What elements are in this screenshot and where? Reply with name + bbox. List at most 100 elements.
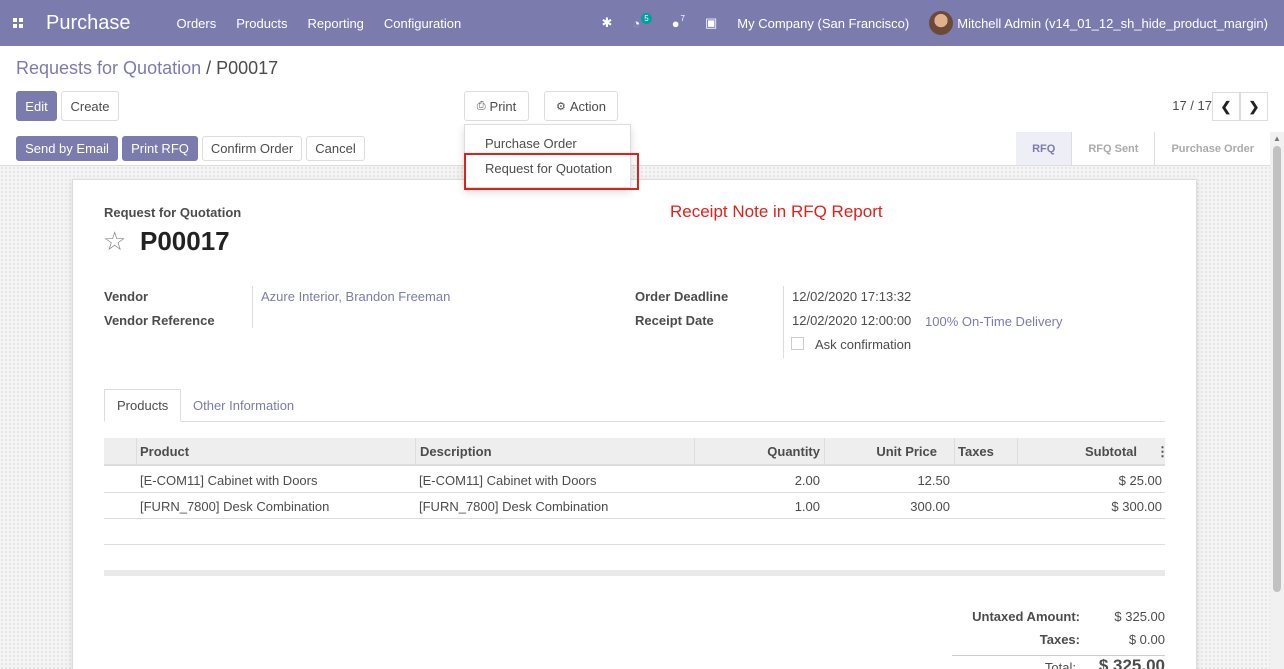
breadcrumb: Requests for Quotation / P00017 [16, 58, 278, 79]
document-type-label: Request for Quotation [104, 205, 242, 220]
col-description[interactable]: Description [420, 438, 492, 465]
send-by-email-button[interactable]: Send by Email [16, 136, 118, 161]
gift-icon[interactable]: ▣ [705, 15, 717, 31]
column-separator [136, 438, 137, 466]
table-row-empty [104, 519, 1165, 545]
print-rfq-button[interactable]: Print RFQ [122, 136, 198, 161]
receipt-date-label: Receipt Date [635, 313, 714, 328]
cell-product: [FURN_7800] Desk Combination [140, 498, 330, 514]
receipt-date-value[interactable]: 12/02/2020 12:00:00 [792, 313, 911, 328]
menu-reporting[interactable]: Reporting [308, 16, 364, 31]
order-deadline-value[interactable]: 12/02/2020 17:13:32 [792, 289, 911, 304]
cell-unit-price: 12.50 [917, 472, 950, 488]
messages-badge: 7 [680, 13, 685, 23]
col-unit-price[interactable]: Unit Price [826, 438, 937, 465]
col-quantity[interactable]: Quantity [696, 438, 820, 465]
print-label: Print [489, 98, 517, 114]
col-product[interactable]: Product [140, 438, 189, 465]
messages-icon[interactable]: ● 7 [672, 13, 685, 31]
untaxed-amount-value: $ 325.00 [1114, 609, 1165, 624]
breadcrumb-parent[interactable]: Requests for Quotation [16, 58, 201, 78]
column-separator [954, 438, 955, 466]
annotation-text: Receipt Note in RFQ Report [670, 202, 883, 221]
column-separator [824, 438, 825, 466]
status-step-rfq-sent[interactable]: RFQ Sent [1071, 132, 1154, 165]
total-label: Total: [1044, 660, 1076, 669]
table-row[interactable]: [FURN_7800] Desk Combination [FURN_7800]… [104, 493, 1165, 519]
printer-icon: ⎙ [476, 99, 486, 112]
taxes-value: $ 0.00 [1128, 632, 1165, 647]
form-sheet [72, 179, 1197, 669]
cell-description: [FURN_7800] Desk Combination [419, 498, 609, 514]
cell-quantity: 2.00 [794, 472, 820, 488]
company-switcher[interactable]: My Company (San Francisco) [737, 16, 909, 31]
status-steps: RFQ RFQ Sent Purchase Order [1016, 132, 1270, 165]
cell-subtotal: $ 25.00 [1118, 472, 1162, 488]
app-title[interactable]: Purchase [46, 12, 131, 35]
activity-icon[interactable]: ◔ 5 [632, 12, 652, 31]
pager-buttons: ❮ ❯ [1212, 92, 1268, 121]
main-menu: Orders Products Reporting Configuration [177, 16, 462, 31]
cell-unit-price: 300.00 [910, 498, 950, 514]
create-button[interactable]: Create [61, 91, 119, 121]
tab-products[interactable]: Products [104, 389, 182, 422]
action-label: Action [569, 98, 606, 114]
column-options-icon[interactable]: ⋮ [1156, 438, 1169, 465]
table-row[interactable]: [E-COM11] Cabinet with Doors [E-COM11] C… [104, 467, 1165, 493]
status-step-rfq[interactable]: RFQ [1016, 132, 1072, 165]
activity-badge: 5 [641, 12, 652, 24]
column-separator [1017, 438, 1018, 466]
vendor-label: Vendor [104, 289, 149, 304]
order-deadline-label: Order Deadline [635, 289, 729, 304]
field-separator [252, 286, 253, 328]
user-name: Mitchell Admin (v14_01_12_sh_hide_produc… [957, 15, 1268, 31]
bug-icon[interactable]: ✱ [601, 15, 612, 31]
document-name: P00017 [140, 226, 230, 256]
confirm-order-button[interactable]: Confirm Order [202, 136, 302, 161]
star-icon[interactable]: ☆ [103, 226, 126, 257]
table-header: Product Description Quantity Unit Price … [104, 438, 1169, 466]
action-button[interactable]: ⚙ Action [544, 91, 618, 121]
col-subtotal[interactable]: Subtotal [1018, 438, 1137, 465]
cell-description: [E-COM11] Cabinet with Doors [419, 472, 597, 488]
gear-icon: ⚙ [555, 100, 566, 113]
column-separator [415, 438, 416, 466]
untaxed-amount-label: Untaxed Amount: [972, 609, 1080, 624]
apps-menu-icon[interactable] [0, 0, 36, 46]
edit-button[interactable]: Edit [16, 91, 57, 121]
breadcrumb-current: P00017 [216, 58, 279, 78]
menu-configuration[interactable]: Configuration [384, 16, 461, 31]
cancel-button[interactable]: Cancel [306, 136, 365, 161]
column-separator [694, 438, 695, 466]
breadcrumb-separator: / [201, 58, 217, 78]
cell-product: [E-COM11] Cabinet with Doors [140, 472, 318, 488]
scrollbar-thumb[interactable] [1273, 146, 1281, 592]
cell-quantity: 1.00 [794, 498, 820, 514]
menu-products[interactable]: Products [236, 16, 287, 31]
top-navbar: Purchase Orders Products Reporting Confi… [0, 0, 1284, 46]
pager-value: 17 / 17 [1172, 98, 1212, 113]
print-button[interactable]: ⎙ Print [464, 91, 529, 121]
status-step-purchase-order[interactable]: Purchase Order [1154, 132, 1270, 165]
scrollbar[interactable]: ▲ [1270, 132, 1284, 669]
on-time-delivery-link[interactable]: 100% On-Time Delivery [925, 314, 1063, 329]
taxes-label: Taxes: [1039, 632, 1080, 647]
ask-confirmation-checkbox[interactable] [791, 337, 804, 350]
pager-prev-icon[interactable]: ❮ [1212, 92, 1240, 121]
vendor-value[interactable]: Azure Interior, Brandon Freeman [261, 289, 450, 304]
total-value: $ 325.00 [1098, 656, 1165, 669]
avatar [929, 11, 954, 35]
pager-next-icon[interactable]: ❯ [1240, 92, 1268, 121]
cell-subtotal: $ 300.00 [1111, 498, 1162, 514]
menu-orders[interactable]: Orders [177, 16, 217, 31]
table-footer [104, 570, 1165, 576]
highlight-box [464, 153, 639, 190]
menu-item-purchase-order[interactable]: Purchase Order [485, 136, 577, 151]
vendor-reference-label: Vendor Reference [104, 313, 215, 328]
tab-other-information[interactable]: Other Information [181, 389, 306, 422]
user-menu[interactable]: Mitchell Admin (v14_01_12_sh_hide_produc… [929, 11, 1268, 35]
systray: ✱ ◔ 5 ● 7 ▣ My Company (San Francisco) Mit… [581, 11, 1284, 35]
scroll-up-icon[interactable]: ▲ [1273, 134, 1281, 143]
col-taxes[interactable]: Taxes [958, 438, 994, 465]
field-separator [783, 286, 784, 358]
